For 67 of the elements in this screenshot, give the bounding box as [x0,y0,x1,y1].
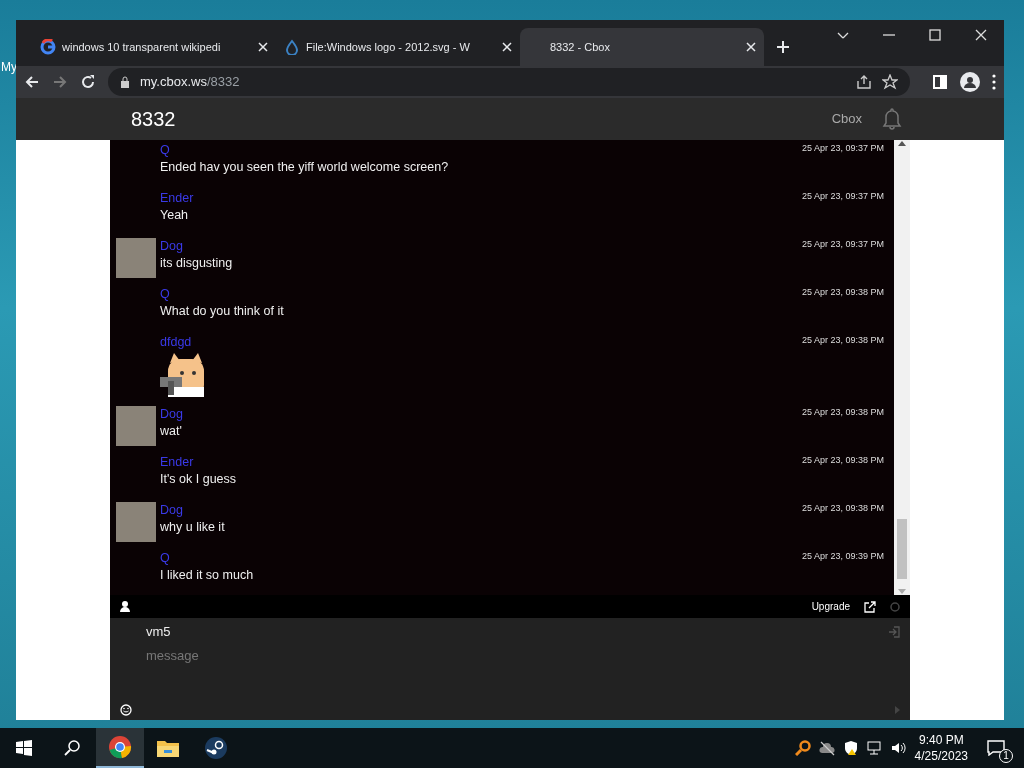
cbox-link[interactable]: Cbox [831,109,862,129]
message-time: 25 Apr 23, 09:37 PM [801,142,884,155]
maximize-icon[interactable] [927,27,943,43]
message-time: 25 Apr 23, 09:39 PM [801,550,884,563]
cloud-icon[interactable] [818,740,835,756]
message-text: why u like it [160,519,226,536]
message-time: 25 Apr 23, 09:38 PM [801,406,884,419]
message-time: 25 Apr 23, 09:38 PM [801,334,884,347]
browser-icon [108,735,132,759]
address-bar[interactable]: my.cbox.ws/8332 [108,68,910,96]
shield-icon[interactable] [842,740,859,756]
notifications-button[interactable]: 1 [976,728,1016,768]
site-title: 8332 [131,107,176,132]
message-icon [987,740,1005,756]
user-icon[interactable] [120,601,130,612]
scrollbar-thumb[interactable] [897,519,907,579]
smiley-icon[interactable] [120,704,132,716]
side-panel-icon[interactable] [932,74,948,90]
notification-count: 1 [999,749,1013,763]
search-icon [64,740,80,756]
share-icon[interactable] [856,74,872,90]
message-text: Ended hav you seen the yiff world welcome screen? [160,159,450,176]
upgrade-link[interactable]: Upgrade [811,599,850,614]
google-icon [40,39,56,55]
magnifier-icon[interactable] [794,740,811,756]
message-text: wat' [160,423,183,440]
taskbar-app[interactable] [96,728,144,768]
bell-icon[interactable] [880,107,904,131]
external-link-icon[interactable] [864,600,876,613]
browser-tab[interactable]: windows 10 transparent wikipedi [32,28,276,66]
name-field[interactable]: vm5 [146,622,346,642]
network-icon[interactable] [866,740,883,756]
steam-icon [204,736,228,760]
message-text: its disgusting [160,255,234,272]
clock-time[interactable]: 9:40 PM [914,732,968,748]
message-field[interactable]: message [146,645,900,690]
new-tab-icon[interactable] [776,40,790,54]
status-circle-icon [890,601,900,612]
lock-icon [120,76,130,88]
back-icon[interactable] [24,74,40,90]
volume-icon[interactable] [890,740,907,756]
forward-icon[interactable] [52,74,68,90]
message-text: I liked it so much [160,567,255,584]
close-icon[interactable] [973,27,989,43]
close-icon[interactable] [746,42,756,52]
message-text: Yeah [160,207,190,224]
star-icon[interactable] [882,74,898,90]
browser-tab[interactable]: 8332 - Cbox [520,28,764,66]
clock-date[interactable]: 4/25/2023 [914,748,968,764]
message-text: What do you think of it [160,303,285,320]
message-time: 25 Apr 23, 09:38 PM [801,502,884,515]
desktop-icon-label[interactable]: My [1,58,17,76]
menu-icon[interactable] [992,74,996,90]
scrollbar[interactable] [894,140,910,595]
close-icon[interactable] [258,42,268,52]
windows-icon [16,740,32,756]
message-time: 25 Apr 23, 09:38 PM [801,454,884,467]
message-text: It's ok I guess [160,471,238,488]
profile-icon[interactable] [960,72,980,92]
message-compose-field[interactable]: vm5 message [110,618,910,720]
browser-tab[interactable]: File:Windows logo - 2012.svg - W [276,28,520,66]
message-time: 25 Apr 23, 09:38 PM [801,286,884,299]
close-icon[interactable] [502,42,512,52]
message-time: 25 Apr 23, 09:37 PM [801,238,884,251]
reload-icon[interactable] [80,74,96,90]
drop-icon [284,39,300,55]
message-time: 25 Apr 23, 09:37 PM [801,190,884,203]
